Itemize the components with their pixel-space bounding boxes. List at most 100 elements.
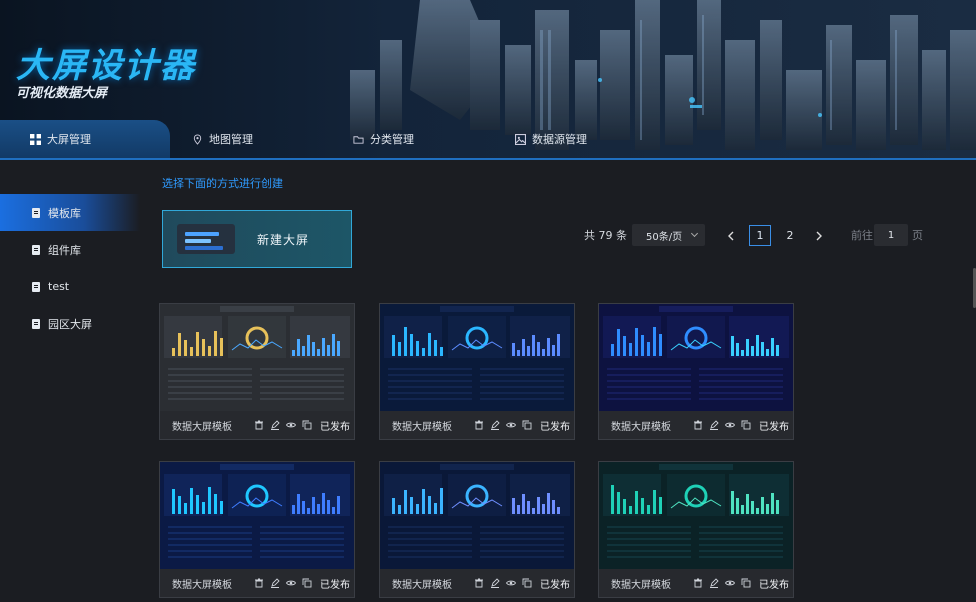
copy-icon[interactable] (522, 578, 532, 588)
template-card[interactable]: 数据大屏模板 已发布 (598, 303, 794, 440)
new-screen-label: 新建大屏 (257, 232, 310, 247)
nav-divider (0, 158, 976, 160)
goto-prefix: 前往 (851, 229, 873, 242)
dashboard-preview-image (160, 304, 354, 411)
tab-datasource-management[interactable]: 数据源管理 (515, 120, 587, 158)
trash-icon[interactable] (254, 420, 264, 430)
tab-label: 分类管理 (370, 133, 414, 146)
trash-icon[interactable] (693, 578, 703, 588)
template-card[interactable]: 数据大屏模板 已发布 (159, 303, 355, 440)
location-pin-icon (193, 133, 202, 145)
eye-icon[interactable] (506, 420, 516, 430)
card-name: 数据大屏模板 (392, 579, 452, 591)
template-thumbnail[interactable] (380, 462, 574, 569)
edit-icon[interactable] (490, 420, 500, 430)
trash-icon[interactable] (474, 420, 484, 430)
document-icon (32, 318, 40, 329)
tab-category-management[interactable]: 分类管理 (353, 120, 414, 158)
goto-suffix: 页 (912, 229, 923, 242)
sidebar-item-label: test (48, 280, 70, 293)
dashboard-preview-image (380, 304, 574, 411)
app-subtitle: 可视化数据大屏 (16, 86, 108, 101)
dashboard-preview-image (380, 462, 574, 569)
chevron-right-icon (816, 231, 822, 240)
total-count: 共 79 条 (584, 229, 627, 242)
trash-icon[interactable] (254, 578, 264, 588)
card-footer: 数据大屏模板 已发布 (380, 411, 574, 439)
card-name: 数据大屏模板 (172, 579, 232, 591)
template-thumbnail[interactable] (599, 462, 793, 569)
image-icon (515, 133, 526, 145)
edit-icon[interactable] (270, 420, 280, 430)
sidebar-item-label: 模板库 (48, 206, 81, 220)
template-thumbnail[interactable] (380, 304, 574, 411)
card-footer: 数据大屏模板 已发布 (160, 411, 354, 439)
publish-status[interactable]: 已发布 (540, 576, 570, 591)
dashboard-preview-image (599, 304, 793, 411)
eye-icon[interactable] (286, 578, 296, 588)
trash-icon[interactable] (693, 420, 703, 430)
create-hint: 选择下面的方式进行创建 (162, 177, 283, 190)
new-screen-button[interactable]: 新建大屏 (162, 210, 352, 268)
publish-status[interactable]: 已发布 (759, 576, 789, 591)
folder-icon (353, 135, 364, 144)
tab-label: 地图管理 (209, 133, 253, 146)
prev-page-button[interactable] (720, 225, 742, 246)
edit-icon[interactable] (270, 578, 280, 588)
copy-icon[interactable] (741, 578, 751, 588)
eye-icon[interactable] (506, 578, 516, 588)
sidebar-item-label: 组件库 (48, 243, 81, 257)
sidebar-item-template-library[interactable]: 模板库 (0, 194, 140, 231)
template-thumbnail[interactable] (160, 304, 354, 411)
template-card[interactable]: 数据大屏模板 已发布 (379, 461, 575, 598)
page-1-button[interactable]: 1 (749, 225, 771, 246)
card-footer: 数据大屏模板 已发布 (160, 569, 354, 597)
chevron-down-icon (690, 229, 699, 238)
edit-icon[interactable] (709, 578, 719, 588)
page-size-value: 50条/页 (646, 231, 683, 243)
template-card[interactable]: 数据大屏模板 已发布 (598, 461, 794, 598)
tab-label: 大屏管理 (47, 133, 91, 146)
template-thumbnail[interactable] (160, 462, 354, 569)
page-size-select[interactable]: 50条/页 (632, 224, 705, 246)
publish-status[interactable]: 已发布 (759, 418, 789, 433)
next-page-button[interactable] (808, 225, 830, 246)
document-icon (32, 281, 40, 292)
card-footer: 数据大屏模板 已发布 (599, 411, 793, 439)
card-footer: 数据大屏模板 已发布 (599, 569, 793, 597)
page-2-button[interactable]: 2 (779, 225, 801, 246)
tab-screen-management[interactable]: 大屏管理 (0, 120, 170, 158)
card-name: 数据大屏模板 (611, 421, 671, 433)
template-thumbnail[interactable] (599, 304, 793, 411)
publish-status[interactable]: 已发布 (320, 418, 350, 433)
tab-map-management[interactable]: 地图管理 (192, 120, 253, 158)
card-name: 数据大屏模板 (392, 421, 452, 433)
sidebar-item-park-screen[interactable]: 园区大屏 (0, 305, 140, 342)
card-name: 数据大屏模板 (611, 579, 671, 591)
goto-page-input[interactable]: 1 (874, 224, 908, 246)
copy-icon[interactable] (522, 420, 532, 430)
edit-icon[interactable] (490, 578, 500, 588)
eye-icon[interactable] (725, 420, 735, 430)
new-screen-thumbnail (177, 224, 235, 254)
document-icon (32, 244, 40, 255)
dashboard-preview-image (599, 462, 793, 569)
copy-icon[interactable] (741, 420, 751, 430)
template-card[interactable]: 数据大屏模板 已发布 (379, 303, 575, 440)
eye-icon[interactable] (725, 578, 735, 588)
top-nav: 大屏管理 地图管理 分类管理 数据源管理 (0, 120, 976, 160)
header-banner: 大屏设计器 可视化数据大屏 大屏管理 地图管理 分类管理 数据源管理 (0, 0, 976, 160)
eye-icon[interactable] (286, 420, 296, 430)
publish-status[interactable]: 已发布 (540, 418, 570, 433)
sidebar-item-test[interactable]: test (0, 268, 140, 305)
publish-status[interactable]: 已发布 (320, 576, 350, 591)
template-card[interactable]: 数据大屏模板 已发布 (159, 461, 355, 598)
grid-icon (30, 133, 41, 145)
card-name: 数据大屏模板 (172, 421, 232, 433)
sidebar-item-component-library[interactable]: 组件库 (0, 231, 140, 268)
copy-icon[interactable] (302, 578, 312, 588)
copy-icon[interactable] (302, 420, 312, 430)
edit-icon[interactable] (709, 420, 719, 430)
trash-icon[interactable] (474, 578, 484, 588)
app-title: 大屏设计器 (16, 46, 196, 86)
